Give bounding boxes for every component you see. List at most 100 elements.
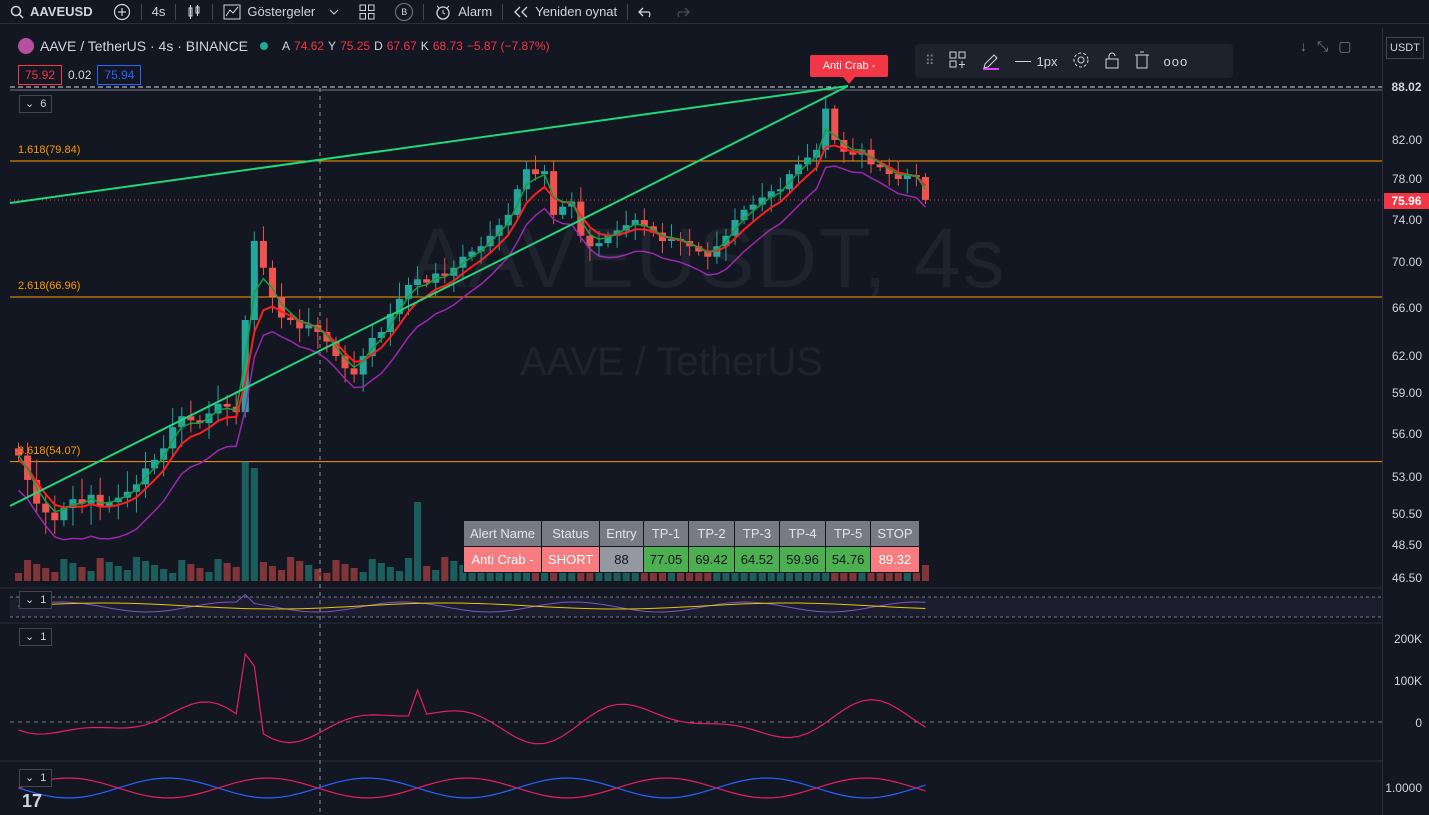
alarm-button[interactable]: Alarm bbox=[424, 0, 502, 24]
volume-bar bbox=[921, 565, 929, 581]
lock-icon[interactable] bbox=[1104, 51, 1120, 72]
volume-bar bbox=[287, 557, 295, 581]
search-icon bbox=[10, 5, 24, 19]
rewind-icon bbox=[513, 6, 529, 18]
volume-bar bbox=[160, 569, 168, 581]
volume-bar bbox=[268, 566, 277, 581]
close-label: K bbox=[420, 39, 429, 53]
template-grid-icon[interactable] bbox=[949, 51, 967, 72]
chart-canvas[interactable] bbox=[0, 28, 1382, 815]
symbol-label: AAVEUSD bbox=[30, 4, 93, 19]
bid-box[interactable]: 75.92 bbox=[18, 65, 63, 85]
candle-body bbox=[350, 368, 358, 375]
replay-button[interactable]: Yeniden oynat bbox=[503, 0, 627, 24]
header-cell: Alert Name bbox=[462, 520, 543, 547]
volume-bar bbox=[178, 560, 186, 581]
volume-bar bbox=[132, 557, 140, 581]
grid-lines bbox=[0, 86, 1382, 815]
volume-bar bbox=[395, 571, 403, 581]
price-tick: 48.50 bbox=[1391, 538, 1422, 552]
alarm-label: Alarm bbox=[458, 4, 493, 19]
tp4-cell: 59.96 bbox=[779, 546, 826, 573]
indicators-label: Göstergeler bbox=[247, 4, 316, 19]
plus-circle-icon bbox=[113, 3, 131, 21]
candle-body bbox=[259, 241, 267, 268]
header-cell: TP-5 bbox=[824, 520, 872, 547]
pane1-toggle[interactable]: ⌄ 1 bbox=[19, 591, 53, 609]
maximize-icon[interactable]: ▢ bbox=[1338, 38, 1351, 55]
settings-gear-icon[interactable] bbox=[1072, 51, 1090, 72]
candle-body bbox=[96, 494, 104, 507]
change-value: −5.87 (−7.87%) bbox=[466, 39, 550, 53]
anti-crab-badge[interactable]: Anti Crab - bbox=[810, 55, 888, 77]
header-cell: STOP bbox=[870, 520, 920, 547]
volume-bar bbox=[51, 572, 59, 581]
pane1-count: 1 bbox=[40, 594, 47, 606]
volume-bar bbox=[350, 568, 358, 581]
price-axis[interactable]: 82.00 78.00 74.00 70.00 66.00 62.00 59.00 56.00… bbox=[1382, 28, 1429, 815]
undo-icon bbox=[638, 6, 654, 18]
volume-bar bbox=[368, 559, 376, 581]
indicators-collapse-toggle[interactable]: ⌄ 6 bbox=[19, 95, 53, 113]
redo-icon bbox=[674, 6, 691, 18]
pane2-count: 1 bbox=[40, 631, 47, 643]
close-value: 68.73 bbox=[432, 39, 463, 53]
b-circle-icon: B bbox=[395, 2, 414, 21]
header-cell: Status bbox=[541, 520, 601, 547]
header-cell: TP-3 bbox=[733, 520, 781, 547]
volume-bar bbox=[223, 563, 231, 581]
volume-bar bbox=[450, 561, 458, 581]
header-cell: TP-1 bbox=[642, 520, 690, 547]
chart-area[interactable] bbox=[0, 28, 1382, 815]
collapse-icon[interactable]: ⤡ bbox=[1317, 38, 1328, 55]
redo-button[interactable] bbox=[664, 0, 700, 24]
trend-line-upper bbox=[9, 85, 849, 204]
volume-bar bbox=[60, 559, 68, 581]
volume-bar bbox=[296, 561, 304, 581]
interval-button[interactable]: 4s bbox=[142, 0, 176, 24]
volume-bar bbox=[423, 566, 431, 581]
replay-label: Yeniden oynat bbox=[535, 4, 618, 19]
volume-bar bbox=[513, 572, 521, 581]
line-icon bbox=[1014, 60, 1031, 62]
price-tick: 50.50 bbox=[1391, 507, 1422, 521]
pencil-color-icon[interactable] bbox=[981, 50, 1001, 73]
candles bbox=[15, 98, 929, 535]
low-value: 67.67 bbox=[386, 39, 417, 53]
templates-button[interactable] bbox=[349, 0, 385, 24]
volume-bar bbox=[24, 560, 32, 581]
top-toolbar: AAVEUSD 4s Göstergeler B Alarm Yeniden o… bbox=[0, 0, 1429, 24]
candles-icon bbox=[186, 4, 202, 20]
b-button[interactable]: B bbox=[385, 0, 423, 24]
indicators-button[interactable]: Göstergeler bbox=[213, 0, 349, 24]
high-value: 75.25 bbox=[340, 39, 371, 53]
ask-box[interactable]: 75.94 bbox=[97, 65, 142, 85]
pane3-toggle[interactable]: ⌄ 1 bbox=[19, 769, 53, 787]
volume-bar bbox=[169, 573, 177, 581]
volume-bar bbox=[250, 468, 258, 581]
volume-bar bbox=[196, 568, 204, 581]
legend-symbol[interactable]: AAVE / TetherUS · 4s · BINANCE bbox=[40, 38, 248, 54]
stop-cell: 89.32 bbox=[870, 546, 920, 573]
drag-handle-icon[interactable]: ⠿ bbox=[925, 53, 935, 69]
alarm-clock-icon bbox=[434, 3, 452, 21]
chart-type-button[interactable] bbox=[176, 0, 212, 24]
open-value: 74.62 bbox=[294, 39, 325, 53]
currency-button[interactable]: USDT bbox=[1386, 37, 1424, 59]
fib-1618-label: 1.618(79.84) bbox=[18, 144, 81, 156]
grid-icon bbox=[359, 4, 375, 20]
tradingview-logo-icon[interactable]: 17 bbox=[22, 791, 42, 812]
volume-bar bbox=[785, 573, 793, 581]
market-status-icon[interactable] bbox=[260, 42, 268, 50]
trash-icon[interactable] bbox=[1134, 51, 1150, 72]
undo-button[interactable] bbox=[628, 0, 664, 24]
compare-button[interactable] bbox=[103, 0, 141, 24]
line-width-button[interactable]: 1px bbox=[1014, 54, 1058, 69]
osc-tick: 1.0000 bbox=[1385, 781, 1422, 795]
pane2-toggle[interactable]: ⌄ 1 bbox=[19, 628, 53, 646]
price-tick: 46.50 bbox=[1391, 571, 1422, 585]
volume-bar bbox=[305, 565, 313, 581]
symbol-search[interactable]: AAVEUSD bbox=[0, 0, 103, 24]
arrow-down-icon[interactable]: ↓ bbox=[1300, 38, 1307, 55]
more-icon[interactable]: ooo bbox=[1164, 54, 1189, 69]
